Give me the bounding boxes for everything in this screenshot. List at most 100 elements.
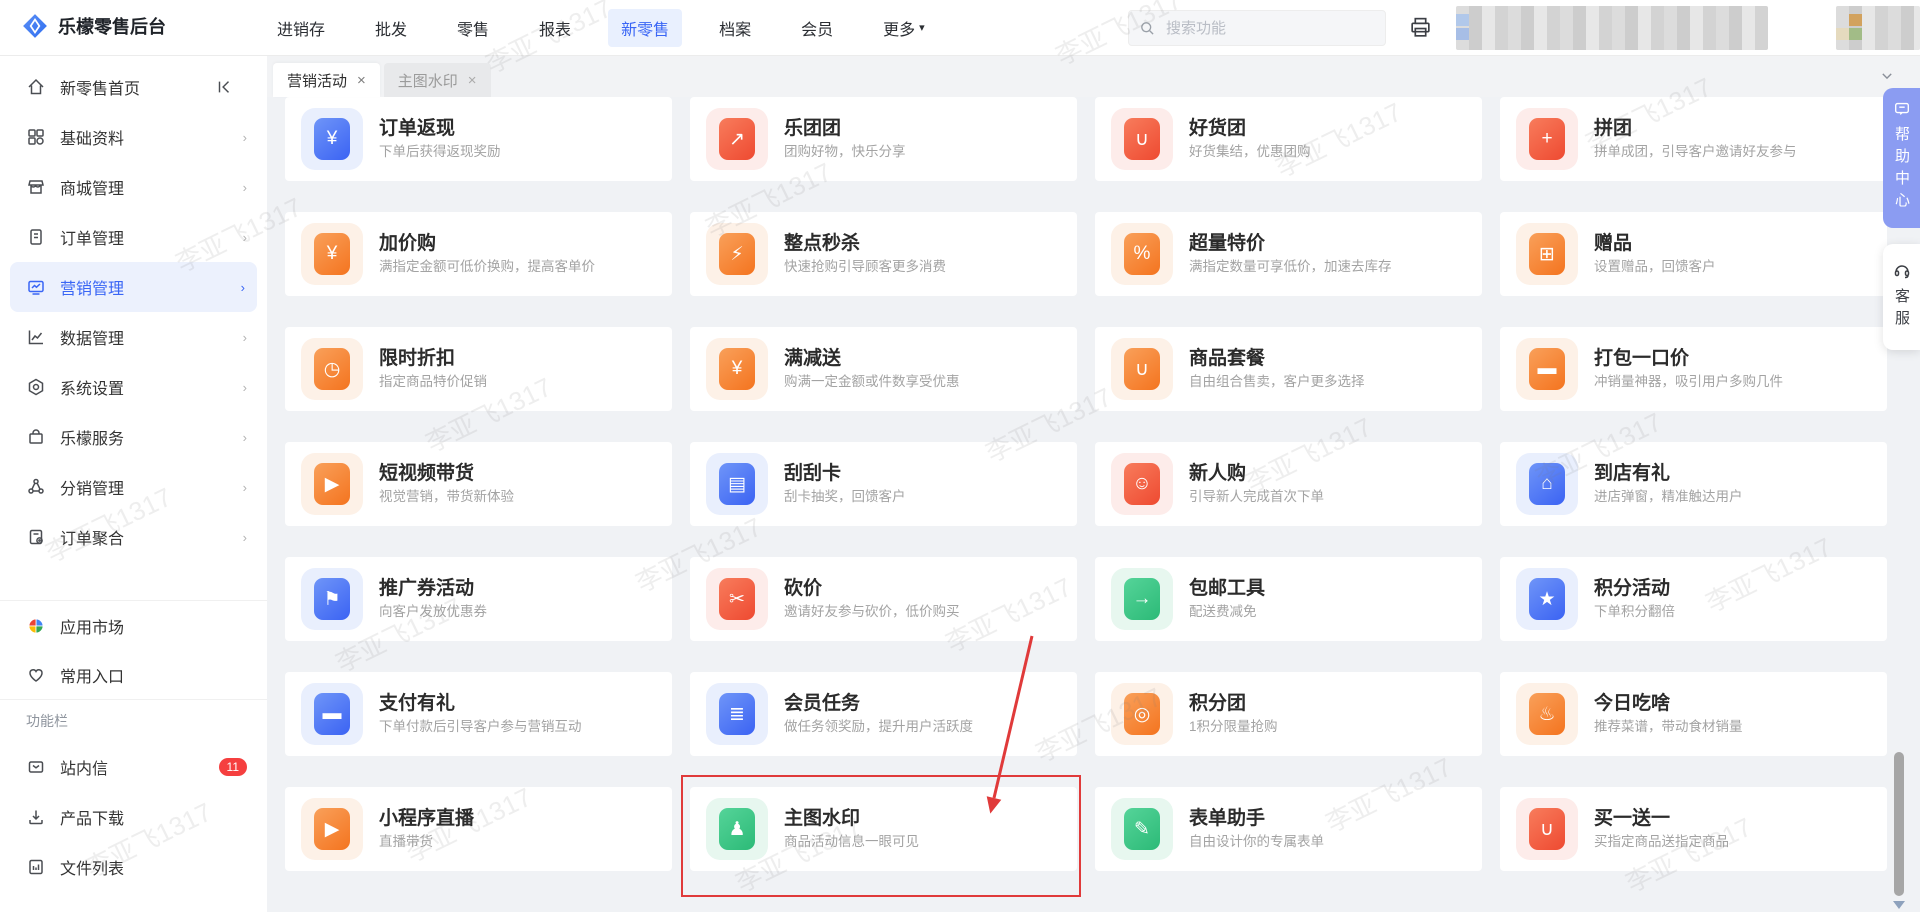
nav-new-retail[interactable]: 新零售 bbox=[608, 8, 683, 47]
sidebar-item-lemon-services[interactable]: 乐檬服务 › bbox=[0, 412, 267, 462]
download-icon bbox=[29, 810, 43, 825]
close-tab-icon[interactable]: × bbox=[357, 72, 366, 89]
close-tab-icon[interactable]: × bbox=[468, 72, 477, 89]
card-free-shipping-tool[interactable]: → 包邮工具 配送费减免 bbox=[1095, 557, 1482, 641]
sidebar-item-distribution-management[interactable]: 分销管理 › bbox=[0, 462, 267, 512]
card-subtitle: 下单付款后引导客户参与营销互动 bbox=[379, 719, 582, 735]
card-subtitle: 商品活动信息一眼可见 bbox=[784, 834, 919, 850]
nav-reports[interactable]: 报表 bbox=[526, 9, 584, 47]
card-title: 到店有礼 bbox=[1594, 463, 1671, 485]
card-spend-and-save[interactable]: ¥ 满减送 购满一定金额或件数享受优惠 bbox=[690, 327, 1077, 411]
tab-overflow-button[interactable] bbox=[1872, 64, 1902, 88]
chevron-right-icon: › bbox=[242, 329, 247, 345]
card-title: 会员任务 bbox=[784, 693, 861, 715]
card-subtitle: 满指定数量可享低价，加速去库存 bbox=[1189, 259, 1392, 275]
card-title: 积分团 bbox=[1189, 693, 1247, 715]
sidebar-item-basic-data[interactable]: 基础资料 › bbox=[0, 112, 267, 162]
card-order-cashback[interactable]: ¥ 订单返现 下单后获得返现奖励 bbox=[285, 97, 672, 181]
card-what-to-eat-today[interactable]: ♨ 今日吃啥 推荐菜谱，带动食材销量 bbox=[1500, 672, 1887, 756]
help-center-tab[interactable]: 帮助中心 bbox=[1883, 88, 1920, 228]
card-title: 好货团 bbox=[1189, 118, 1247, 140]
tab-marketing-activities[interactable]: 营销活动 × bbox=[273, 63, 380, 97]
sidebar-item-internal-mail[interactable]: 站内信 11 bbox=[0, 742, 267, 792]
card-bargain[interactable]: ✂ 砍价 邀请好友参与砍价，低价购买 bbox=[690, 557, 1077, 641]
card-limited-time-discount[interactable]: ◷ 限时折扣 指定商品特价促销 bbox=[285, 327, 672, 411]
bulk-special-price-icon: % bbox=[1111, 223, 1173, 285]
member-tasks-icon: ≣ bbox=[706, 683, 768, 745]
scroll-down-arrow-icon[interactable] bbox=[1893, 901, 1905, 909]
sidebar-item-mall-management[interactable]: 商城管理 › bbox=[0, 162, 267, 212]
sidebar-item-home-page[interactable]: 新零售首页 bbox=[0, 62, 267, 112]
card-free-gift[interactable]: ⊞ 赠品 设置赠品，回馈客户 bbox=[1500, 212, 1887, 296]
card-subtitle: 下单积分翻倍 bbox=[1594, 604, 1675, 620]
card-good-goods-group[interactable]: ∪ 好货团 好货集结，优惠团购 bbox=[1095, 97, 1482, 181]
sidebar-item-order-aggregation[interactable]: 订单聚合 › bbox=[0, 512, 267, 562]
sidebar-item-order-management[interactable]: 订单管理 › bbox=[0, 212, 267, 262]
card-points-campaign[interactable]: ★ 积分活动 下单积分翻倍 bbox=[1500, 557, 1887, 641]
redacted-account-info bbox=[1456, 6, 1768, 50]
card-flash-sale[interactable]: ⚡ 整点秒杀 快速抢购引导顾客更多消费 bbox=[690, 212, 1077, 296]
card-form-assistant[interactable]: ✎ 表单助手 自由设计你的专属表单 bbox=[1095, 787, 1482, 871]
card-title: 买一送一 bbox=[1594, 808, 1671, 830]
sidebar-item-file-list[interactable]: 文件列表 bbox=[0, 842, 267, 892]
vertical-scrollbar-thumb[interactable] bbox=[1894, 752, 1904, 896]
customer-service-tab[interactable]: 客服 bbox=[1883, 244, 1920, 350]
new-customer-purchase-icon: ☺ bbox=[1111, 453, 1173, 515]
card-mini-program-live[interactable]: ▶ 小程序直播 直播带货 bbox=[285, 787, 672, 871]
sidebar-item-marketing-management[interactable]: 营销管理 › bbox=[10, 262, 257, 312]
tab-main-image-watermark[interactable]: 主图水印 × bbox=[383, 63, 491, 97]
nav-retail[interactable]: 零售 bbox=[444, 9, 502, 47]
nav-more[interactable]: 更多 ▾ bbox=[870, 9, 938, 47]
card-product-bundle[interactable]: ∪ 商品套餐 自由组合售卖，客户更多选择 bbox=[1095, 327, 1482, 411]
card-subtitle: 配送费减免 bbox=[1189, 604, 1257, 620]
grid-icon bbox=[28, 129, 44, 145]
mail-icon bbox=[28, 761, 44, 773]
function-search[interactable] bbox=[1128, 10, 1386, 46]
card-add-on-purchase[interactable]: ¥ 加价购 满指定金额可低价换购，提高客单价 bbox=[285, 212, 672, 296]
card-title: 打包一口价 bbox=[1594, 348, 1690, 370]
icon-glyph: ★ bbox=[1529, 578, 1565, 620]
card-payment-reward[interactable]: ▬ 支付有礼 下单付款后引导客户参与营销互动 bbox=[285, 672, 672, 756]
card-member-tasks[interactable]: ≣ 会员任务 做任务领奖励，提升用户活跃度 bbox=[690, 672, 1077, 756]
storefront-icon bbox=[28, 180, 44, 194]
card-new-customer-purchase[interactable]: ☺ 新人购 引导新人完成首次下单 bbox=[1095, 442, 1482, 526]
card-title: 加价购 bbox=[379, 233, 437, 255]
card-points-group-buy[interactable]: ◎ 积分团 1积分限量抢购 bbox=[1095, 672, 1482, 756]
card-title: 超量特价 bbox=[1189, 233, 1266, 255]
card-subtitle: 满指定金额可低价换购，提高客单价 bbox=[379, 259, 595, 275]
collapse-sidebar-icon[interactable] bbox=[215, 78, 247, 96]
sidebar-item-product-download[interactable]: 产品下载 bbox=[0, 792, 267, 842]
top-bar: 乐檬零售后台 进销存 批发 零售 报表 新零售 档案 会员 更多 ▾ bbox=[0, 0, 1920, 56]
card-in-store-gift[interactable]: ⌂ 到店有礼 进店弹窗，精准触达用户 bbox=[1500, 442, 1887, 526]
card-buy-one-get-one[interactable]: ∪ 买一送一 买指定商品送指定商品 bbox=[1500, 787, 1887, 871]
headset-icon bbox=[1894, 265, 1909, 279]
nav-inventory[interactable]: 进销存 bbox=[264, 9, 338, 47]
card-subtitle: 好货集结，优惠团购 bbox=[1189, 144, 1311, 160]
card-group-buy[interactable]: + 拼团 拼单成团，引导客户邀请好友参与 bbox=[1500, 97, 1887, 181]
sidebar-item-system-settings[interactable]: 系统设置 › bbox=[0, 362, 267, 412]
search-input[interactable] bbox=[1164, 18, 1354, 38]
group-buy-icon: + bbox=[1516, 108, 1578, 170]
card-scratch-card[interactable]: ▤ 刮刮卡 刮卡抽奖，回馈客户 bbox=[690, 442, 1077, 526]
card-subtitle: 快速抢购引导顾客更多消费 bbox=[784, 259, 946, 275]
nav-archives[interactable]: 档案 bbox=[706, 9, 764, 47]
card-subtitle: 刮卡抽奖，回馈客户 bbox=[784, 489, 906, 505]
nav-members[interactable]: 会员 bbox=[788, 9, 846, 47]
print-button[interactable] bbox=[1408, 15, 1433, 45]
sidebar-item-data-management[interactable]: 数据管理 › bbox=[0, 312, 267, 362]
card-bulk-special-price[interactable]: % 超量特价满指定数量可享低价，加速去库存 bbox=[1095, 212, 1482, 296]
card-title: 小程序直播 bbox=[379, 808, 475, 830]
card-subtitle: 买指定商品送指定商品 bbox=[1594, 834, 1729, 850]
top-nav: 进销存 批发 零售 报表 新零售 档案 会员 更多 ▾ bbox=[252, 0, 950, 55]
card-coupon-campaign[interactable]: ⚑ 推广券活动 向客户发放优惠券 bbox=[285, 557, 672, 641]
scratch-card-icon: ▤ bbox=[706, 453, 768, 515]
nav-wholesale[interactable]: 批发 bbox=[362, 9, 420, 47]
card-happy-group-buy[interactable]: ↗ 乐团团 团购好物，快乐分享 bbox=[690, 97, 1077, 181]
card-main-image-watermark[interactable]: ♟ 主图水印 商品活动信息一眼可见 bbox=[681, 775, 1081, 897]
card-package-fixed-price[interactable]: ▬ 打包一口价 冲销量神器，吸引用户多购几件 bbox=[1500, 327, 1887, 411]
free-gift-icon: ⊞ bbox=[1516, 223, 1578, 285]
line-chart-icon bbox=[28, 330, 43, 345]
card-short-video-sales[interactable]: ▶ 短视频带货 视觉营销，带货新体验 bbox=[285, 442, 672, 526]
sidebar-item-app-market[interactable]: 应用市场 bbox=[0, 601, 267, 650]
sidebar-item-frequent-entries[interactable]: 常用入口 bbox=[0, 650, 267, 699]
